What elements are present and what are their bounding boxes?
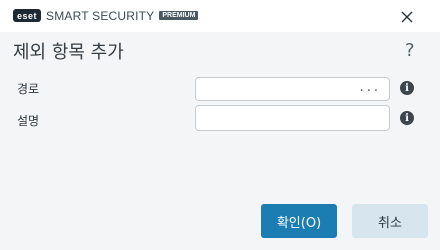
help-icon[interactable]: ? — [405, 40, 415, 61]
eset-logo: eset SMART SECURITY PREMIUM — [13, 8, 199, 23]
dialog-body: 제외 항목 추가 ? 경로 ... i 설명 i 확인(O) 취소 — [0, 32, 440, 250]
product-name: SMART SECURITY — [46, 8, 155, 23]
cancel-button[interactable]: 취소 — [352, 204, 428, 238]
close-button[interactable] — [396, 6, 418, 28]
browse-button[interactable]: ... — [360, 80, 381, 95]
ok-button[interactable]: 확인(O) — [261, 204, 337, 238]
edition-badge: PREMIUM — [159, 11, 199, 20]
path-field[interactable]: ... — [195, 77, 390, 101]
dialog-title: 제외 항목 추가 — [13, 42, 124, 63]
description-label: 설명 — [17, 114, 40, 128]
path-info-icon[interactable]: i — [400, 81, 414, 95]
description-field[interactable] — [195, 105, 390, 131]
path-label: 경로 — [17, 82, 40, 96]
logo-badge: eset — [13, 9, 42, 22]
description-info-icon[interactable]: i — [400, 111, 414, 125]
title-bar: eset SMART SECURITY PREMIUM — [0, 0, 440, 32]
close-icon — [401, 11, 413, 23]
